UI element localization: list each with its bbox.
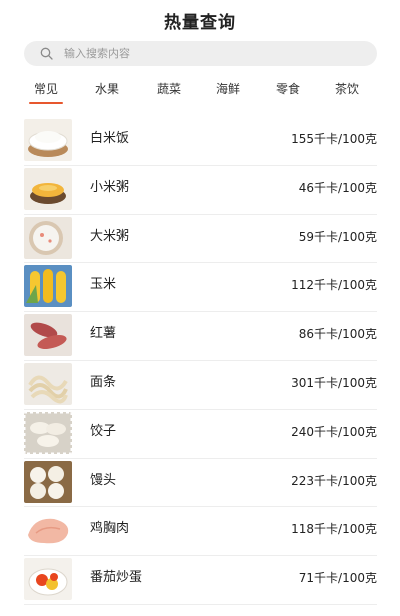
food-name: 番茄炒蛋 [90, 570, 143, 586]
sweet-potato-image [24, 314, 72, 357]
tomato-egg-image [24, 558, 72, 601]
food-name: 玉米 [90, 277, 117, 293]
food-calories: 223千卡/100克 [291, 473, 377, 488]
food-item[interactable]: 番茄炒蛋 71千卡/100克 [24, 556, 377, 605]
food-name: 红薯 [90, 326, 117, 342]
food-name: 鸡胸肉 [90, 521, 130, 537]
tab-common[interactable]: 常见 [24, 80, 68, 106]
rice-porridge-image [24, 216, 72, 259]
food-name: 白米饭 [90, 131, 130, 146]
food-calories: 112千卡/100克 [291, 278, 377, 293]
search-input[interactable] [64, 47, 344, 60]
millet-porridge-image [24, 167, 72, 210]
tab-seafood[interactable]: 海鲜 [206, 80, 250, 106]
food-item[interactable]: 鸡胸肉 118千卡/100克 [24, 507, 377, 557]
food-calories: 301千卡/100克 [291, 375, 377, 390]
food-name: 小米粥 [90, 179, 130, 195]
tab-drinks[interactable]: 茶饮 [325, 80, 369, 106]
food-name: 馒头 [90, 472, 117, 488]
food-list: 白米饭 155千卡/100克 小米粥 46千卡/100克 大米粥 59千卡/10… [24, 117, 377, 605]
food-item[interactable]: 红薯 86千卡/100克 [24, 312, 377, 361]
food-calories: 240千卡/100克 [291, 424, 377, 439]
tab-fruit[interactable]: 水果 [85, 80, 129, 106]
food-item[interactable]: 面条 301千卡/100克 [24, 361, 377, 410]
food-calories: 59千卡/100克 [298, 229, 377, 244]
food-item[interactable]: 大米粥 59千卡/100克 [24, 215, 377, 264]
category-tabs: 常见 水果 蔬菜 海鲜 零食 茶饮 [24, 80, 377, 106]
food-item[interactable]: 饺子 240千卡/100克 [24, 410, 377, 459]
food-name: 面条 [90, 374, 117, 390]
corn-image [24, 265, 72, 308]
food-calories: 46千卡/100克 [298, 180, 377, 195]
rice-bowl-image [24, 119, 72, 161]
food-name: 大米粥 [90, 228, 130, 244]
food-calories: 71千卡/100克 [298, 571, 377, 586]
food-calories: 86千卡/100克 [298, 327, 377, 342]
noodles-image [24, 362, 72, 405]
food-calories: 155千卡/100克 [291, 132, 377, 146]
steamed-buns-image [24, 460, 72, 503]
food-calories: 118千卡/100克 [291, 522, 377, 537]
food-item[interactable]: 小米粥 46千卡/100克 [24, 166, 377, 215]
food-name: 饺子 [90, 423, 117, 439]
search-icon [38, 46, 54, 62]
tab-vegetables[interactable]: 蔬菜 [147, 80, 191, 106]
search-bar[interactable] [24, 41, 377, 66]
page-title: 热量查询 [164, 13, 236, 33]
dumplings-image [24, 411, 72, 454]
food-item[interactable]: 馒头 223千卡/100克 [24, 459, 377, 508]
tab-snacks[interactable]: 零食 [266, 80, 310, 106]
food-item[interactable]: 白米饭 155千卡/100克 [24, 117, 377, 166]
chicken-breast-image [24, 509, 72, 552]
food-item[interactable]: 玉米 112千卡/100克 [24, 263, 377, 313]
